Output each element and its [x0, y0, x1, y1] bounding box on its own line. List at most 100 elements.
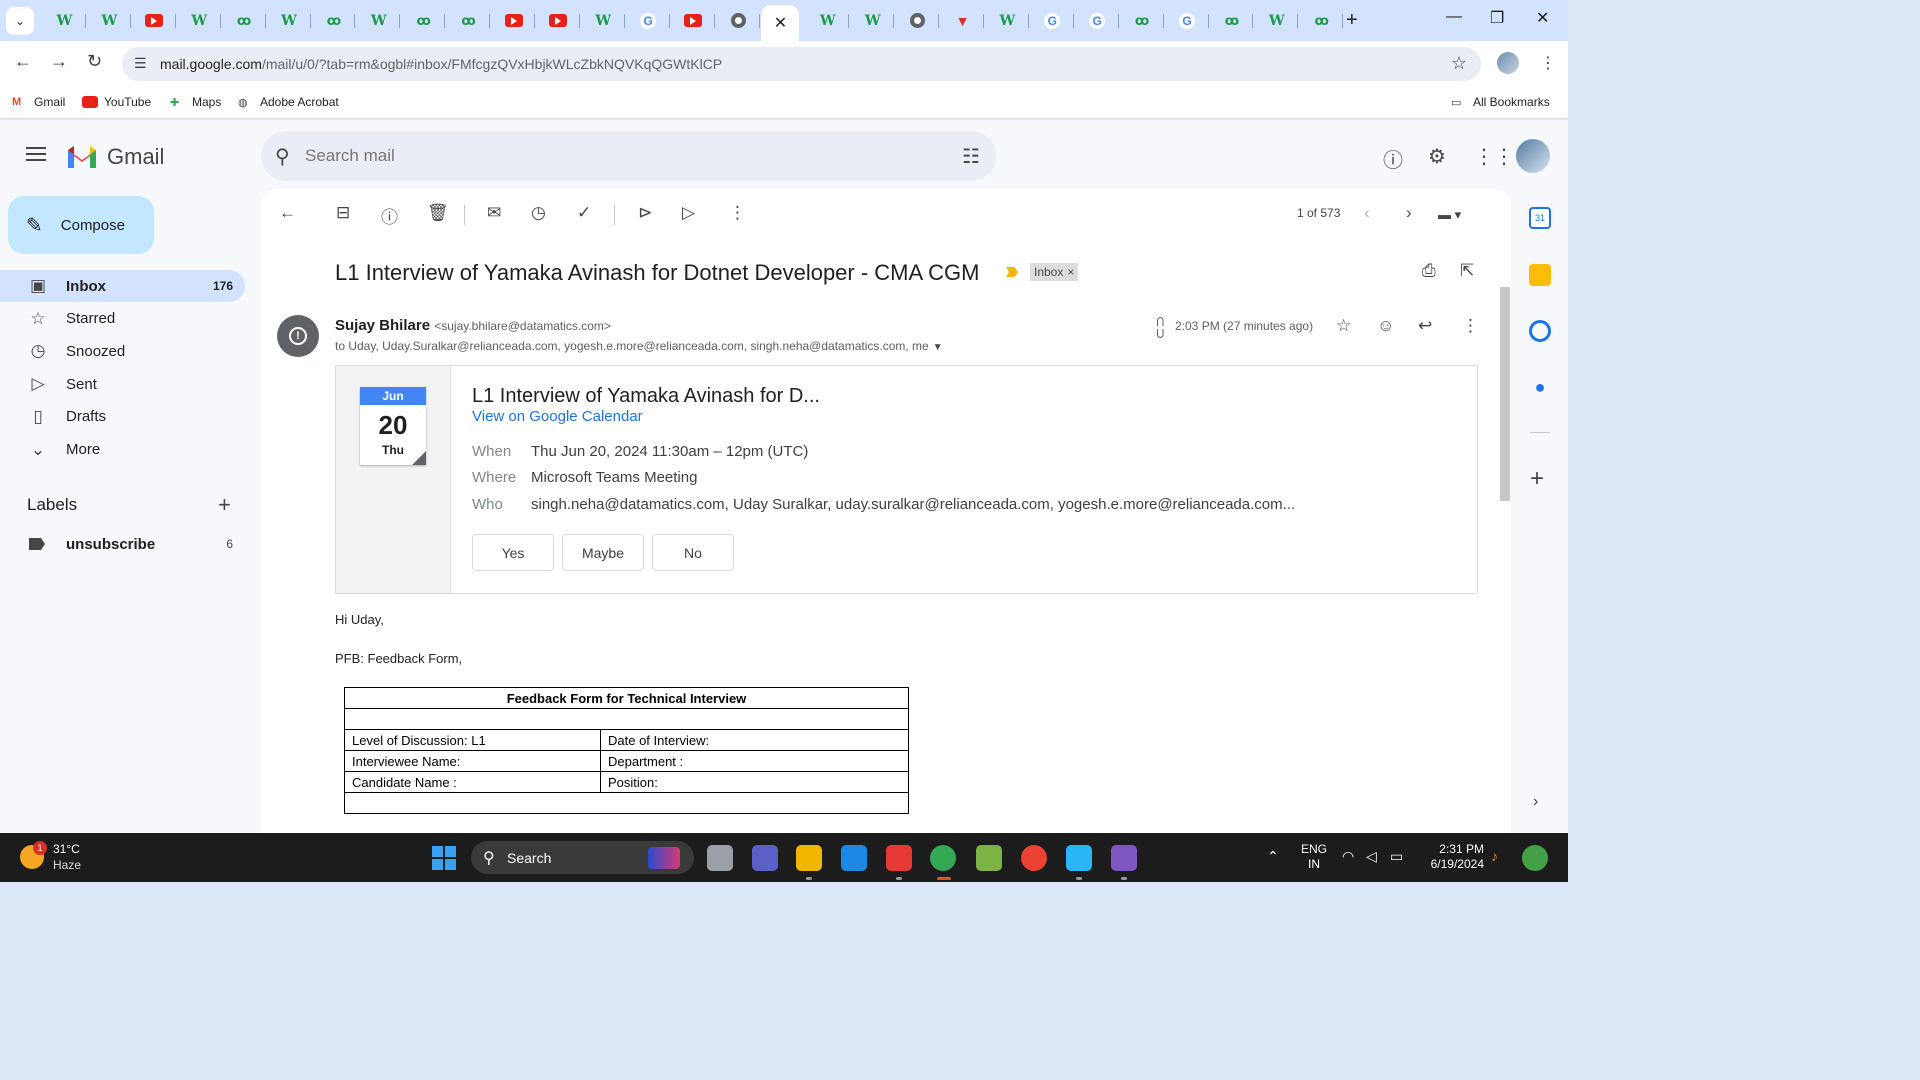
delete-trash-icon[interactable]: 🗑 [427, 203, 449, 223]
message-scrollbar[interactable] [1499, 237, 1511, 833]
browser-tab[interactable]: W [268, 6, 311, 35]
browser-tab[interactable]: W [88, 6, 131, 35]
browser-tab[interactable]: W [357, 6, 401, 35]
rsvp-maybe-button[interactable]: Maybe [562, 534, 644, 571]
back-arrow-icon[interactable]: ← [14, 51, 32, 72]
language-indicator[interactable]: ENG IN [1301, 842, 1327, 872]
open-in-new-window-icon[interactable]: ⇱ [1460, 261, 1474, 281]
browser-menu-icon[interactable]: ⋮ [1540, 53, 1556, 73]
browser-tab[interactable]: W [806, 6, 850, 35]
add-reaction-icon[interactable]: ☺ [1377, 316, 1394, 336]
browser-tab[interactable] [537, 6, 580, 35]
print-icon[interactable]: ⎙ [1422, 261, 1436, 281]
minimize-button[interactable]: — [1446, 8, 1462, 26]
copilot-icon[interactable] [1522, 845, 1548, 871]
browser-profile-avatar[interactable] [1497, 52, 1519, 74]
message-more-icon[interactable]: ⋮ [1462, 316, 1479, 336]
windows-start-icon[interactable] [432, 846, 456, 870]
search-icon[interactable]: ⚲ [275, 144, 290, 169]
add-to-tasks-icon[interactable]: ✓ [577, 203, 591, 223]
teams-icon[interactable] [752, 845, 778, 871]
tab-search-button[interactable]: ⌄ [6, 7, 34, 35]
site-info-icon[interactable]: ☰ [134, 55, 147, 72]
photos-app-icon[interactable] [1111, 845, 1137, 871]
important-marker-icon[interactable] [1006, 267, 1018, 277]
restore-button[interactable]: ❐ [1490, 8, 1504, 28]
label-item-unsubscribe[interactable]: unsubscribe 6 [0, 528, 245, 560]
sidebar-item-inbox[interactable]: ▣ Inbox 176 [0, 270, 245, 302]
main-menu-icon[interactable] [26, 147, 46, 161]
sidebar-item-snoozed[interactable]: ◷ Snoozed [0, 335, 245, 367]
bookmark-gmail[interactable]: M Gmail [12, 95, 65, 109]
browser-tab[interactable]: G [1076, 6, 1119, 35]
snipping-tool-icon[interactable] [976, 845, 1002, 871]
bookmark-star-icon[interactable]: ☆ [1451, 53, 1467, 74]
browser-tab[interactable]: W [986, 6, 1029, 35]
battery-icon[interactable]: ▭ [1390, 848, 1403, 865]
snooze-clock-icon[interactable]: ◷ [531, 203, 546, 223]
search-input[interactable] [305, 141, 925, 171]
notepad-icon[interactable] [1066, 845, 1092, 871]
sidebar-item-starred[interactable]: ☆ Starred [0, 303, 245, 335]
sender-name[interactable]: Sujay Bhilare [335, 317, 430, 334]
label-icon[interactable]: ▷ [682, 203, 695, 223]
sidebar-item-drafts[interactable]: ▯ Drafts [0, 401, 245, 433]
remove-label-icon[interactable]: × [1067, 265, 1074, 279]
new-tab-button[interactable]: + [1346, 9, 1358, 32]
google-calendar-icon[interactable]: 31 [1529, 207, 1551, 229]
compose-button[interactable]: ✎ Compose [8, 196, 154, 254]
gmail-wordmark[interactable]: Gmail [107, 144, 164, 170]
reply-icon[interactable]: ↩ [1418, 316, 1432, 336]
close-window-button[interactable]: ✕ [1536, 8, 1549, 28]
active-tab-close-icon[interactable]: ✕ [774, 13, 787, 33]
browser-tab[interactable]: G [627, 6, 670, 35]
volume-icon[interactable]: ◁ [1366, 848, 1377, 865]
older-chevron-right-icon[interactable]: › [1406, 203, 1412, 223]
sidebar-item-sent[interactable]: ▷ Sent [0, 368, 245, 400]
weather-temperature[interactable]: 31°C [53, 842, 80, 856]
browser-tab[interactable] [896, 6, 940, 35]
bookmark-maps[interactable]: ✚ Maps [170, 95, 221, 109]
address-bar[interactable]: ☰ mail.google.com/mail/u/0/?tab=rm&ogbl#… [122, 47, 1481, 81]
search-options-icon[interactable]: ☷ [962, 144, 980, 169]
mail-app-icon[interactable] [841, 845, 867, 871]
browser-tab[interactable]: ꝏ [312, 6, 356, 35]
all-bookmarks-folder[interactable]: ▭ All Bookmarks [1451, 95, 1550, 109]
chrome-secondary-icon[interactable] [1021, 845, 1047, 871]
taskbar-search-box[interactable]: ⚲ Search [471, 841, 694, 874]
google-apps-grid-icon[interactable]: ⋮⋮ [1474, 144, 1514, 169]
input-tools-keyboard-icon[interactable]: ▬ ▾ [1438, 207, 1461, 223]
bookmark-youtube[interactable]: YouTube [82, 95, 151, 109]
google-contacts-icon[interactable]: ● [1529, 377, 1551, 399]
browser-tab[interactable]: ꝏ [1300, 6, 1344, 35]
file-explorer-icon[interactable] [796, 845, 822, 871]
get-add-ons-plus-icon[interactable]: + [1530, 465, 1544, 493]
browser-tab[interactable] [492, 6, 535, 35]
settings-gear-icon[interactable]: ⚙ [1428, 144, 1446, 169]
clock[interactable]: 2:31 PM 6/19/2024 [1426, 842, 1484, 872]
mark-unread-icon[interactable]: ✉ [487, 203, 501, 223]
move-to-folder-icon[interactable]: ⊳ [638, 203, 652, 223]
sidebar-item-more[interactable]: ⌄ More [0, 434, 245, 466]
weather-condition[interactable]: Haze [53, 858, 81, 872]
rsvp-yes-button[interactable]: Yes [472, 534, 554, 571]
wps-office-icon[interactable] [886, 845, 912, 871]
browser-tab[interactable]: ꝏ [402, 6, 446, 35]
browser-tab[interactable]: G [1166, 6, 1209, 35]
notification-bell-icon[interactable]: ♪ [1491, 848, 1498, 864]
show-hidden-icons-chevron-icon[interactable]: ⌃ [1267, 848, 1279, 865]
reload-icon[interactable]: ↻ [87, 51, 102, 72]
back-to-inbox-icon[interactable]: ← [279, 203, 296, 223]
wifi-icon[interactable]: ◠ [1342, 848, 1354, 865]
browser-tab[interactable]: W [582, 6, 625, 35]
browser-tab[interactable]: W [851, 6, 895, 35]
chrome-icon[interactable] [930, 845, 956, 871]
browser-tab[interactable] [672, 6, 715, 35]
hide-side-panel-chevron-icon[interactable]: › [1533, 793, 1538, 811]
google-tasks-icon[interactable] [1529, 320, 1551, 342]
google-keep-icon[interactable] [1529, 264, 1551, 286]
create-label-plus-icon[interactable]: + [218, 492, 231, 518]
browser-tab[interactable]: ꝏ [447, 6, 491, 35]
browser-tab[interactable]: W [178, 6, 221, 35]
browser-tab[interactable]: ꝏ [223, 6, 266, 35]
